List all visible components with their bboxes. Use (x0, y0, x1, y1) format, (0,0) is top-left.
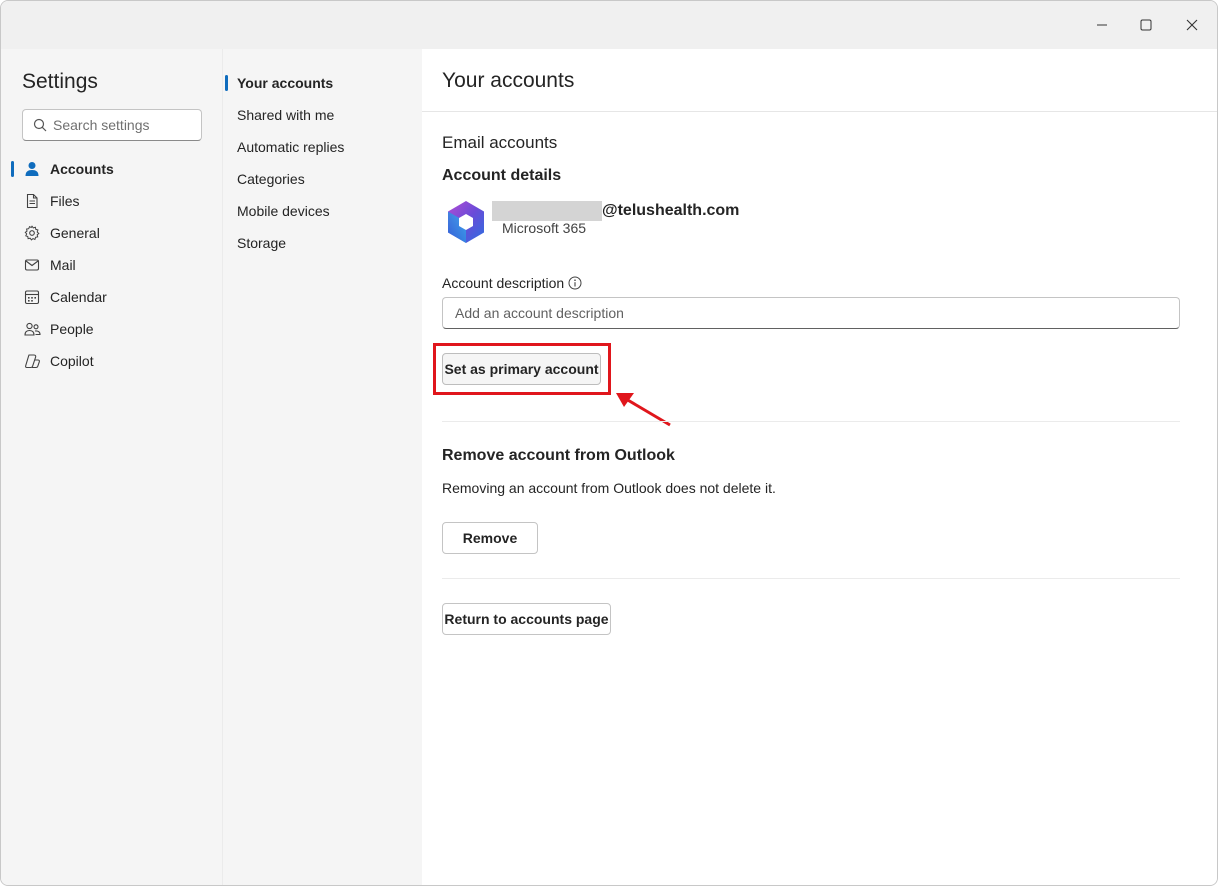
active-indicator (11, 161, 14, 177)
subnav-item-mobile-devices[interactable]: Mobile devices (237, 199, 330, 223)
settings-nav: Settings Accounts Files General (1, 49, 222, 885)
nav-item-label: Calendar (50, 289, 107, 305)
search-icon (33, 118, 47, 132)
return-to-accounts-button[interactable]: Return to accounts page (442, 603, 611, 635)
title-bar (1, 1, 1217, 49)
search-input[interactable] (53, 117, 193, 133)
account-description-label-text: Account description (442, 275, 565, 291)
nav-item-accounts[interactable]: Accounts (11, 153, 211, 185)
email-domain: @telushealth.com (602, 202, 740, 219)
gear-icon (22, 223, 42, 243)
nav-item-label: Mail (50, 257, 76, 273)
subnav-item-shared-with-me[interactable]: Shared with me (237, 103, 334, 127)
file-icon (22, 191, 42, 211)
info-icon[interactable] (568, 276, 582, 290)
minimize-button[interactable] (1079, 11, 1125, 39)
close-button[interactable] (1169, 11, 1215, 39)
annotation-highlight-box (433, 343, 611, 395)
remove-button[interactable]: Remove (442, 522, 538, 554)
subnav-item-categories[interactable]: Categories (237, 167, 305, 191)
nav-item-label: General (50, 225, 100, 241)
close-icon (1186, 19, 1198, 31)
nav-item-label: People (50, 321, 94, 337)
account-details-heading: Account details (442, 167, 562, 184)
annotation-arrow-icon (616, 393, 671, 427)
people-icon (22, 319, 42, 339)
nav-item-copilot[interactable]: Copilot (11, 345, 211, 377)
minimize-icon (1097, 24, 1107, 26)
account-description-input[interactable] (442, 297, 1180, 329)
maximize-icon (1140, 19, 1152, 31)
nav-item-files[interactable]: Files (11, 185, 211, 217)
calendar-icon (22, 287, 42, 307)
page-title: Your accounts (442, 69, 575, 92)
nav-item-label: Accounts (50, 161, 114, 177)
nav-item-people[interactable]: People (11, 313, 211, 345)
subnav-item-automatic-replies[interactable]: Automatic replies (237, 135, 344, 159)
subnav-item-your-accounts[interactable]: Your accounts (237, 71, 333, 95)
nav-item-label: Copilot (50, 353, 94, 369)
divider (442, 578, 1180, 579)
nav-item-mail[interactable]: Mail (11, 249, 211, 281)
person-icon (22, 159, 42, 179)
copilot-icon (22, 351, 42, 371)
divider (442, 421, 1180, 422)
account-details-pane: Your accounts Email accounts Account det… (422, 49, 1217, 885)
subnav-item-storage[interactable]: Storage (237, 231, 286, 255)
account-description-label: Account description (442, 275, 582, 291)
remove-account-description: Removing an account from Outlook does no… (442, 480, 776, 496)
settings-title: Settings (22, 70, 98, 93)
settings-window: Settings Accounts Files General (0, 0, 1218, 886)
section-title: Email accounts (442, 133, 558, 152)
divider (422, 111, 1217, 112)
account-email: @telushealth.com (492, 201, 739, 221)
account-type: Microsoft 365 (502, 220, 587, 236)
active-indicator (225, 75, 228, 91)
maximize-button[interactable] (1123, 11, 1169, 39)
nav-item-label: Files (50, 193, 80, 209)
search-box[interactable] (22, 109, 202, 141)
nav-item-general[interactable]: General (11, 217, 211, 249)
nav-item-calendar[interactable]: Calendar (11, 281, 211, 313)
accounts-subnav: Your accounts Shared with me Automatic r… (222, 49, 422, 885)
microsoft-365-icon (448, 201, 484, 243)
mail-icon (22, 255, 42, 275)
redacted-username (492, 201, 602, 221)
remove-account-heading: Remove account from Outlook (442, 447, 675, 464)
